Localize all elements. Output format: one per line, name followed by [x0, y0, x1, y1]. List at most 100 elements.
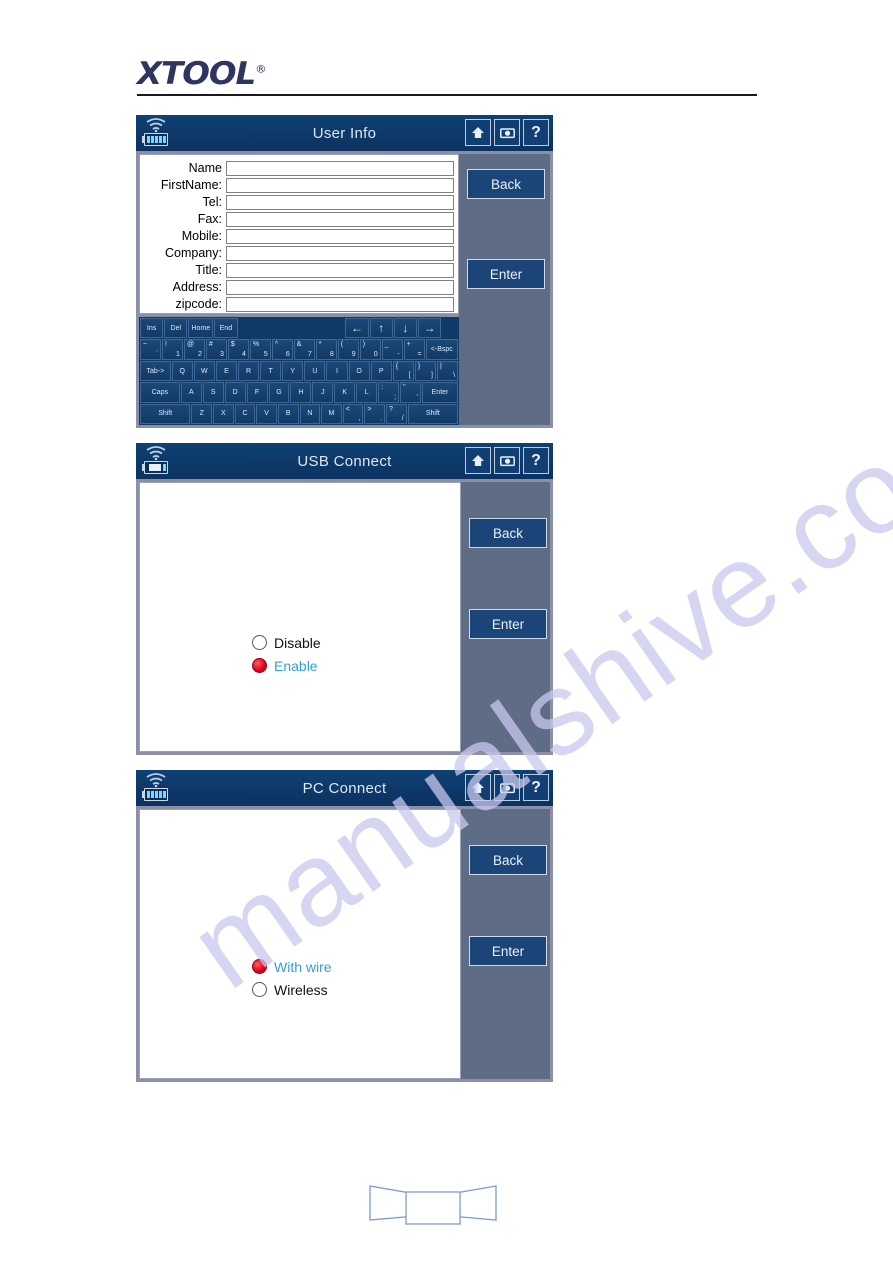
help-icon[interactable]: ?	[523, 774, 549, 801]
key-caps[interactable]: Caps	[140, 382, 180, 403]
key-shift-glyph: {	[395, 362, 399, 370]
key-d[interactable]: D	[224, 382, 246, 403]
key-del[interactable]: Del	[164, 318, 188, 339]
key-equals[interactable]: + =	[403, 339, 425, 360]
field-input-name[interactable]	[226, 160, 454, 176]
key-slash[interactable]: ? /	[386, 403, 407, 425]
key-f[interactable]: F	[246, 382, 268, 403]
radio-indicator[interactable]	[252, 982, 267, 997]
key-end[interactable]: End	[214, 318, 238, 339]
camera-icon[interactable]	[494, 774, 520, 801]
key-0[interactable]: ) 0	[359, 339, 381, 360]
key-x[interactable]: X	[213, 403, 234, 425]
back-button[interactable]: Back	[469, 518, 547, 548]
key-c[interactable]: C	[234, 403, 256, 425]
key-g[interactable]: G	[268, 382, 290, 403]
back-button[interactable]: Back	[467, 169, 545, 199]
key-arrow-down[interactable]: ↓	[393, 318, 417, 339]
key-q[interactable]: Q	[171, 360, 193, 382]
enter-button[interactable]: Enter	[467, 259, 545, 289]
key-w[interactable]: W	[193, 360, 215, 382]
field-input-fax[interactable]	[226, 211, 454, 227]
help-icon[interactable]: ?	[523, 119, 549, 146]
key-shift-glyph: ~	[143, 341, 148, 349]
key-enter[interactable]: Enter	[421, 382, 459, 403]
pc-connect-options: With wire Wireless	[252, 955, 332, 1001]
key-r[interactable]: R	[237, 360, 260, 382]
key-j[interactable]: J	[312, 382, 334, 403]
enter-button[interactable]: Enter	[469, 936, 547, 966]
key-3[interactable]: #3	[205, 339, 227, 360]
key-arrow-right[interactable]: →	[417, 318, 442, 339]
radio-indicator-selected[interactable]	[252, 959, 267, 974]
key-period[interactable]: >.	[364, 403, 386, 425]
camera-icon[interactable]	[494, 447, 520, 474]
key-2[interactable]: @2	[183, 339, 205, 360]
radio-indicator-selected[interactable]	[252, 658, 267, 673]
key-v[interactable]: V	[256, 403, 277, 425]
key-backslash[interactable]: | \	[436, 360, 459, 382]
key-ins[interactable]: Ins	[140, 318, 164, 339]
radio-option-enable[interactable]: Enable	[252, 654, 321, 677]
key-h[interactable]: H	[290, 382, 312, 403]
key-7[interactable]: & 7	[293, 339, 315, 360]
radio-option-with-wire[interactable]: With wire	[252, 955, 332, 978]
key-backspace[interactable]: <-Bspc	[425, 339, 458, 360]
camera-icon[interactable]	[494, 119, 520, 146]
key-i[interactable]: I	[326, 360, 348, 382]
key-tab[interactable]: Tab->	[140, 360, 171, 382]
radio-option-wireless[interactable]: Wireless	[252, 978, 332, 1001]
key-base-glyph: 3	[219, 350, 224, 358]
key-4[interactable]: $4	[227, 339, 249, 360]
key-k[interactable]: K	[334, 382, 356, 403]
key-z[interactable]: Z	[191, 403, 213, 425]
key-bracket-right[interactable]: }]	[414, 360, 436, 382]
key-t[interactable]: T	[260, 360, 282, 382]
help-icon[interactable]: ?	[523, 447, 549, 474]
home-icon[interactable]	[465, 774, 491, 801]
key-6[interactable]: ^ 6	[271, 339, 293, 360]
key-l[interactable]: L	[356, 382, 378, 403]
key-comma[interactable]: <,	[342, 403, 364, 425]
key-arrow-left[interactable]: ←	[345, 318, 369, 339]
form-row: FirstName:	[140, 177, 454, 193]
field-input-firstname[interactable]	[226, 177, 454, 193]
key-minus[interactable]: _ -	[381, 339, 403, 360]
home-icon[interactable]	[465, 119, 491, 146]
key-m[interactable]: M	[321, 403, 342, 425]
key-semicolon[interactable]: :;	[378, 382, 400, 403]
key-tilde-backtick[interactable]: ~ `	[140, 339, 161, 360]
key-bracket-left[interactable]: {[	[392, 360, 414, 382]
radio-indicator[interactable]	[252, 635, 267, 650]
field-input-address[interactable]	[226, 279, 454, 295]
back-button[interactable]: Back	[469, 845, 547, 875]
field-input-tel[interactable]	[226, 194, 454, 210]
key-a[interactable]: A	[180, 382, 202, 403]
field-input-mobile[interactable]	[226, 228, 454, 244]
key-home[interactable]: Home	[188, 318, 214, 339]
home-icon[interactable]	[465, 447, 491, 474]
key-shift-left[interactable]: Shift	[140, 403, 191, 425]
key-p[interactable]: P	[370, 360, 392, 382]
field-input-company[interactable]	[226, 245, 454, 261]
key-n[interactable]: N	[299, 403, 321, 425]
key-arrow-up[interactable]: ↑	[369, 318, 393, 339]
key-5[interactable]: % 5	[249, 339, 271, 360]
radio-option-disable[interactable]: Disable	[252, 631, 321, 654]
enter-button[interactable]: Enter	[469, 609, 547, 639]
key-b[interactable]: B	[277, 403, 299, 425]
key-quote[interactable]: " '	[400, 382, 421, 403]
key-o[interactable]: O	[348, 360, 370, 382]
key-9[interactable]: (9	[337, 339, 359, 360]
field-input-zipcode[interactable]	[226, 296, 454, 312]
key-u[interactable]: U	[304, 360, 326, 382]
titlebar-buttons: ?	[465, 119, 549, 146]
key-s[interactable]: S	[202, 382, 224, 403]
key-1[interactable]: ! 1	[161, 339, 183, 360]
key-e[interactable]: E	[215, 360, 237, 382]
field-input-title[interactable]	[226, 262, 454, 278]
key-shift-right[interactable]: Shift	[407, 403, 459, 425]
form-row: Fax:	[140, 211, 454, 227]
key-8[interactable]: * 8	[315, 339, 337, 360]
key-y[interactable]: Y	[282, 360, 304, 382]
